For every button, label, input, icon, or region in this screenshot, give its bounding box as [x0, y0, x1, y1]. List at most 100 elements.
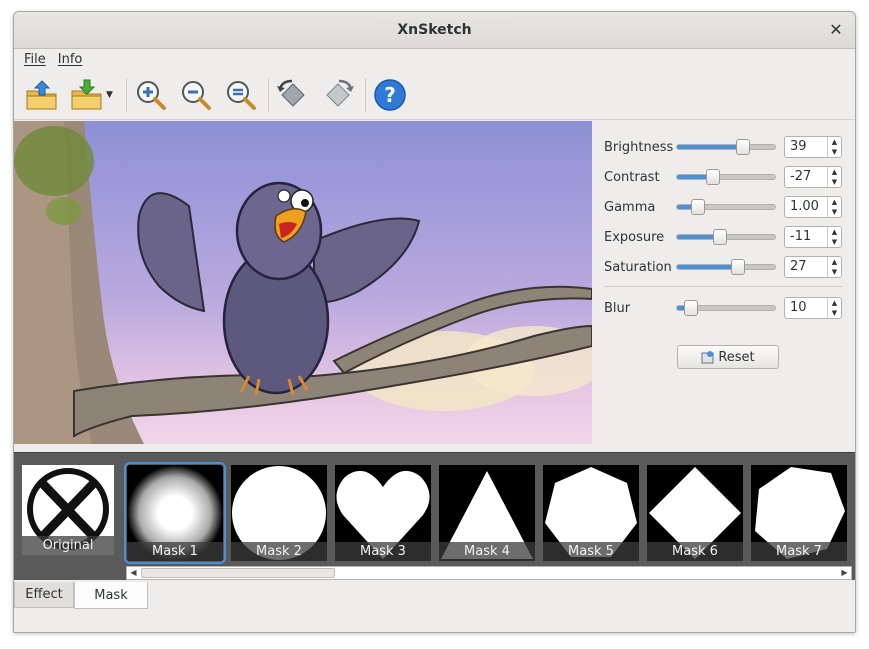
exposure-label: Exposure — [604, 229, 665, 245]
image-preview[interactable] — [14, 121, 592, 444]
spin-down-icon[interactable]: ▼ — [828, 207, 841, 217]
save-button[interactable] — [69, 77, 105, 113]
adjustment-panel: Brightness 39 ▲ ▼ Contrast -27 ▲ ▼ Gamma 1.0… — [604, 132, 849, 323]
blur-slider[interactable] — [676, 300, 776, 316]
mask-caption: Mask 5 — [543, 542, 639, 561]
zoom-out-button[interactable] — [178, 77, 214, 113]
svg-text:?: ? — [384, 83, 396, 107]
mask-caption: Mask 3 — [335, 542, 431, 561]
spin-up-icon[interactable]: ▲ — [828, 298, 841, 308]
tab-effect[interactable]: Effect — [14, 582, 74, 608]
mask-item-6[interactable]: Mask 6 — [647, 465, 743, 561]
spin-down-icon[interactable]: ▼ — [828, 237, 841, 247]
blur-value[interactable]: 10 — [785, 298, 827, 318]
open-icon — [26, 79, 57, 109]
mask-caption: Mask 6 — [647, 542, 743, 561]
save-dropdown-arrow[interactable]: ▼ — [106, 90, 116, 100]
gamma-label: Gamma — [604, 199, 656, 215]
open-button[interactable] — [24, 77, 60, 113]
spin-up-icon[interactable]: ▲ — [828, 197, 841, 207]
blur-spinbox[interactable]: 10 ▲ ▼ — [784, 297, 842, 319]
zoom-out-icon — [182, 80, 211, 110]
reset-label: Reset — [718, 349, 755, 365]
blur-row: Blur 10 ▲ ▼ — [604, 293, 849, 323]
tab-bar: Effect Mask — [14, 582, 855, 610]
exposure-row: Exposure -11 ▲ ▼ — [604, 222, 849, 252]
mask-original[interactable]: Original — [22, 465, 114, 555]
mask-item-5[interactable]: Mask 5 — [543, 465, 639, 561]
exposure-spinbox[interactable]: -11 ▲ ▼ — [784, 226, 842, 248]
blur-label: Blur — [604, 300, 631, 316]
contrast-spinbox[interactable]: -27 ▲ ▼ — [784, 166, 842, 188]
mask-item-2[interactable]: Mask 2 — [231, 465, 327, 561]
mask-item-4[interactable]: Mask 4 — [439, 465, 535, 561]
brightness-spinbox[interactable]: 39 ▲ ▼ — [784, 136, 842, 158]
exposure-value[interactable]: -11 — [785, 227, 827, 247]
scroll-left-icon[interactable]: ◀ — [127, 567, 140, 579]
rotate-right-button[interactable] — [320, 77, 356, 113]
spin-down-icon[interactable]: ▼ — [828, 308, 841, 318]
scroll-right-icon[interactable]: ▶ — [838, 567, 851, 579]
mask-caption: Mask 1 — [127, 542, 223, 561]
brightness-label: Brightness — [604, 139, 674, 155]
reset-button[interactable]: Reset — [677, 345, 779, 369]
spin-up-icon[interactable]: ▲ — [828, 227, 841, 237]
contrast-label: Contrast — [604, 169, 660, 185]
reset-icon — [701, 351, 714, 364]
mask-item-7[interactable]: Mask 7 — [751, 465, 847, 561]
spin-up-icon[interactable]: ▲ — [828, 167, 841, 177]
gamma-spinbox[interactable]: 1.00 ▲ ▼ — [784, 196, 842, 218]
contrast-row: Contrast -27 ▲ ▼ — [604, 162, 849, 192]
zoom-fit-button[interactable] — [223, 77, 259, 113]
saturation-slider[interactable] — [676, 259, 776, 275]
toolbar: ▼ ? — [14, 70, 855, 120]
mask-caption: Mask 2 — [231, 542, 327, 561]
rotate-left-icon — [277, 79, 305, 107]
menu-info[interactable]: Info — [58, 52, 83, 67]
brightness-value[interactable]: 39 — [785, 137, 827, 157]
gamma-slider[interactable] — [676, 199, 776, 215]
mask-caption: Mask 4 — [439, 542, 535, 561]
close-button[interactable]: ✕ — [826, 20, 846, 40]
mask-caption: Original — [22, 536, 114, 555]
menu-bar: File Info — [14, 49, 855, 70]
zoom-in-icon — [137, 80, 166, 110]
spin-up-icon[interactable]: ▲ — [828, 257, 841, 267]
gamma-row: Gamma 1.00 ▲ ▼ — [604, 192, 849, 222]
saturation-value[interactable]: 27 — [785, 257, 827, 277]
mask-strip: Original Mask 1 Mask 2 Mask 3 Mask 4 Mas… — [14, 452, 855, 580]
spin-up-icon[interactable]: ▲ — [828, 137, 841, 147]
exposure-slider[interactable] — [676, 229, 776, 245]
toolbar-separator — [126, 77, 127, 112]
rotate-right-icon — [326, 79, 354, 107]
mask-caption: Mask 7 — [751, 542, 847, 561]
scroll-thumb[interactable] — [141, 568, 335, 578]
contrast-slider[interactable] — [676, 169, 776, 185]
brightness-row: Brightness 39 ▲ ▼ — [604, 132, 849, 162]
mask-item-3[interactable]: Mask 3 — [335, 465, 431, 561]
app-window: XnSketch ✕ File Info ▼ ? Brightness 39 ▲… — [13, 11, 856, 633]
saturation-spinbox[interactable]: 27 ▲ ▼ — [784, 256, 842, 278]
save-icon — [71, 79, 102, 109]
mask-item-1[interactable]: Mask 1 — [124, 462, 226, 564]
tab-mask[interactable]: Mask — [74, 582, 148, 609]
toolbar-separator — [268, 77, 269, 112]
help-button[interactable]: ? — [372, 77, 408, 113]
rotate-left-button[interactable] — [275, 77, 311, 113]
window-title: XnSketch — [397, 22, 472, 38]
preview-image — [14, 121, 592, 444]
toolbar-separator — [365, 77, 366, 112]
spin-down-icon[interactable]: ▼ — [828, 267, 841, 277]
zoom-fit-icon — [227, 80, 256, 110]
zoom-in-button[interactable] — [133, 77, 169, 113]
title-bar: XnSketch ✕ — [14, 12, 855, 49]
gamma-value[interactable]: 1.00 — [785, 197, 827, 217]
contrast-value[interactable]: -27 — [785, 167, 827, 187]
help-icon: ? — [374, 78, 406, 111]
spin-down-icon[interactable]: ▼ — [828, 147, 841, 157]
saturation-row: Saturation 27 ▲ ▼ — [604, 252, 849, 282]
brightness-slider[interactable] — [676, 139, 776, 155]
mask-strip-scrollbar[interactable]: ◀ ▶ — [126, 566, 852, 580]
spin-down-icon[interactable]: ▼ — [828, 177, 841, 187]
menu-file[interactable]: File — [24, 52, 46, 67]
